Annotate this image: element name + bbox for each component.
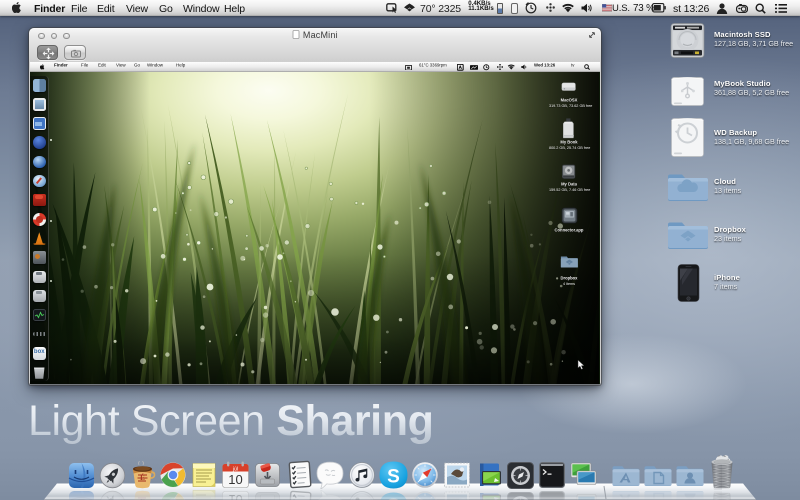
svg-text:S: S <box>387 467 400 488</box>
svg-text:É: É <box>140 474 145 482</box>
svg-text:10: 10 <box>228 472 242 487</box>
